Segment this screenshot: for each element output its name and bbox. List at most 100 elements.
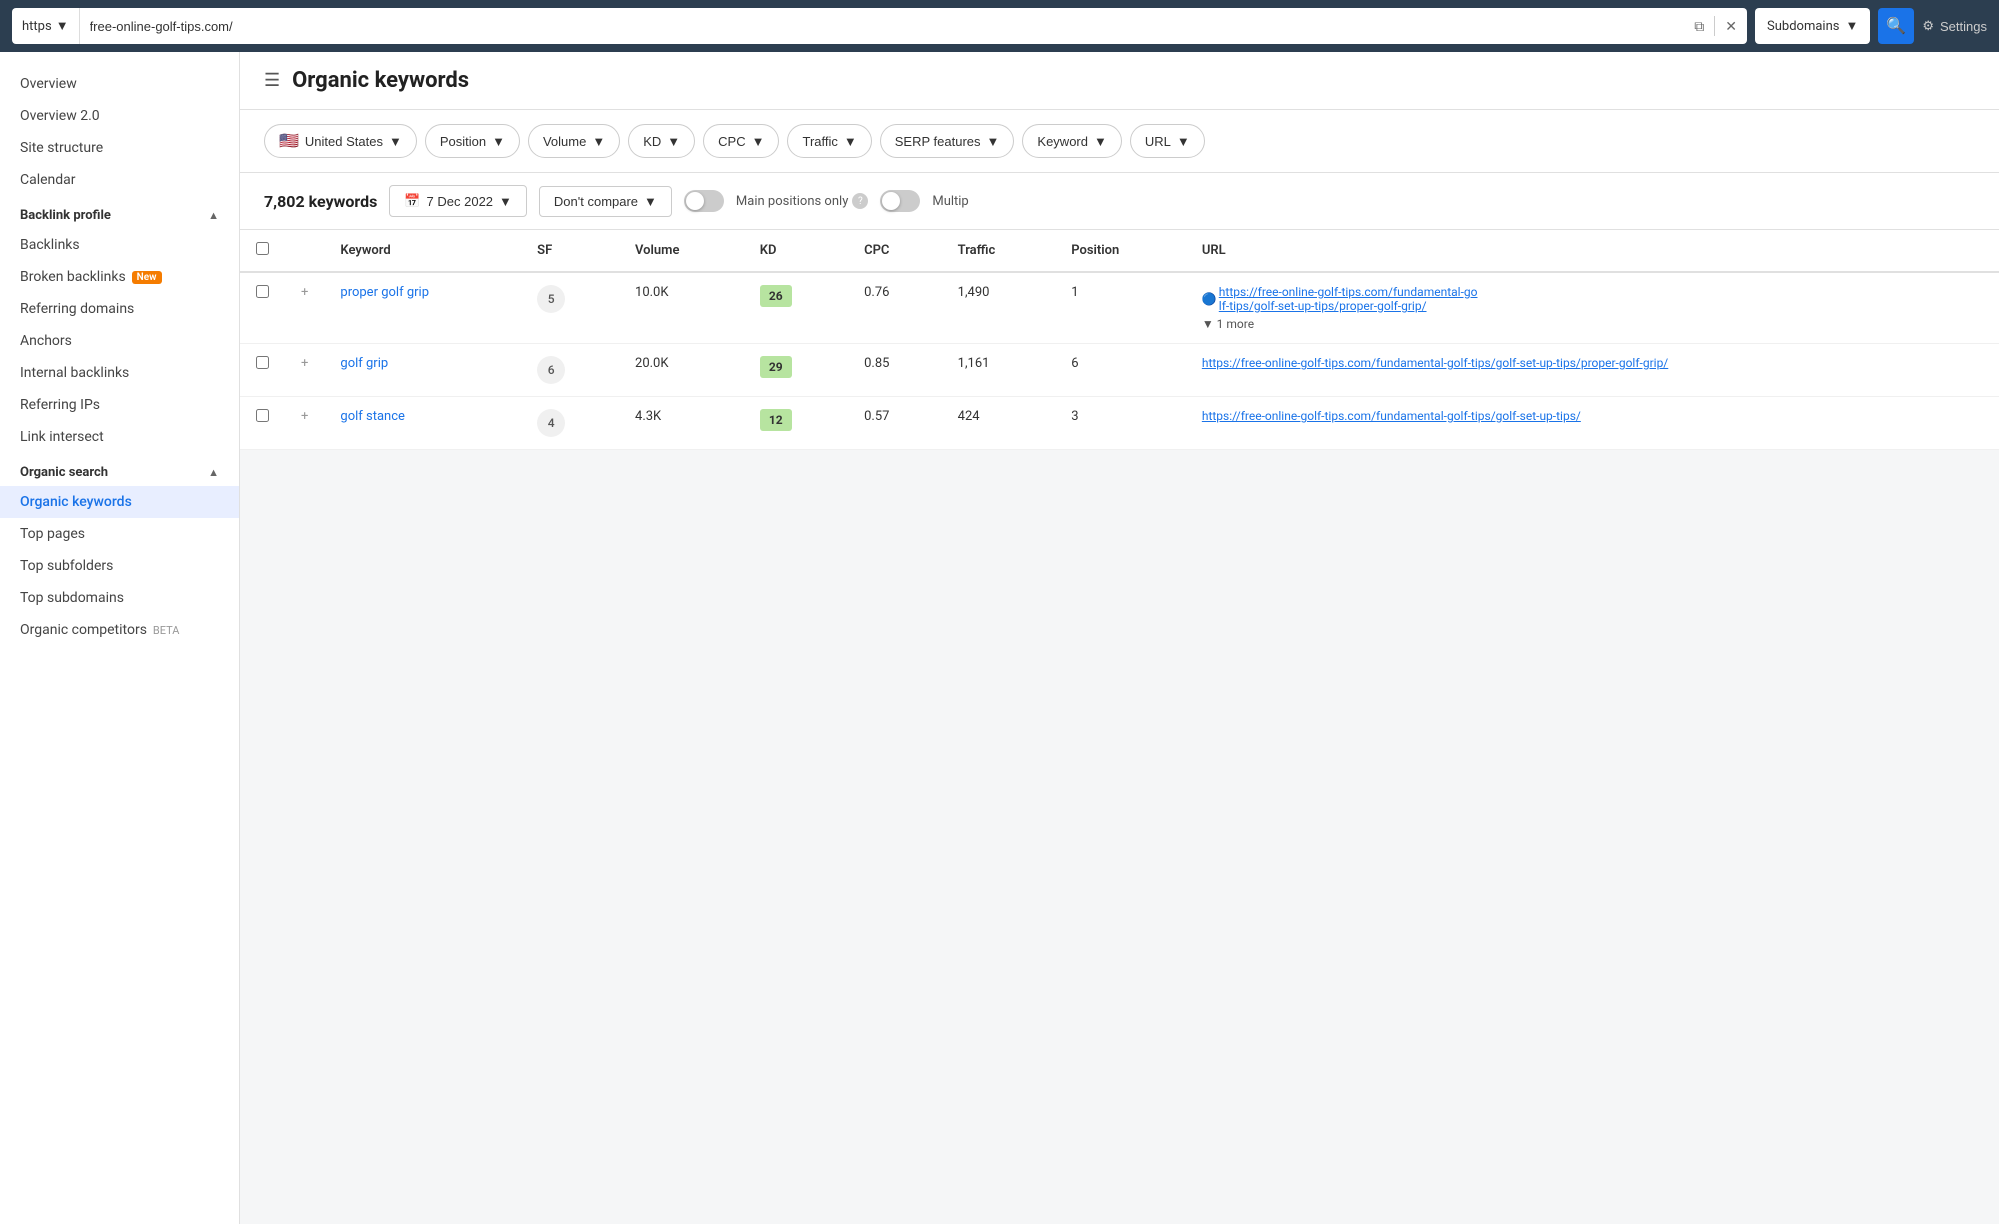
sidebar-item-internal-backlinks[interactable]: Internal backlinks xyxy=(0,357,239,389)
row-checkbox-cell xyxy=(240,344,285,397)
main-content: ☰ Organic keywords 🇺🇸 United States ▼ Po… xyxy=(240,52,1999,1224)
sidebar-item-organic-keywords[interactable]: Organic keywords xyxy=(0,486,239,518)
th-volume[interactable]: Volume xyxy=(619,230,744,272)
help-icon[interactable]: ? xyxy=(852,193,868,209)
close-url-button[interactable]: ✕ xyxy=(1723,16,1739,37)
row-plus-cell[interactable]: + xyxy=(285,272,324,344)
th-position[interactable]: Position xyxy=(1055,230,1186,272)
chevron-down-icon: ▼ xyxy=(1177,134,1190,149)
section-chevron: ▲ xyxy=(208,466,219,479)
url-link[interactable]: https://free-online-golf-tips.com/fundam… xyxy=(1202,356,1668,370)
row-checkbox[interactable] xyxy=(256,285,269,298)
row-volume-cell: 20.0K xyxy=(619,344,744,397)
section-title: Organic search xyxy=(20,465,108,480)
chevron-down-icon: ▼ xyxy=(987,134,1000,149)
row-position-cell: 3 xyxy=(1055,397,1186,450)
backlink-profile-header[interactable]: Backlink profile ▲ xyxy=(0,196,239,229)
row-url-cell: https://free-online-golf-tips.com/fundam… xyxy=(1186,397,1999,450)
keyword-link[interactable]: golf stance xyxy=(340,409,405,424)
traffic-label: Traffic xyxy=(802,134,837,149)
sidebar-item-label: Overview xyxy=(20,76,77,92)
toolbar: 7,802 keywords 📅 7 Dec 2022 ▼ Don't comp… xyxy=(240,173,1999,230)
section-chevron: ▲ xyxy=(208,209,219,222)
sidebar-item-site-structure[interactable]: Site structure xyxy=(0,132,239,164)
sidebar-item-label: Site structure xyxy=(20,140,103,156)
layout: Overview Overview 2.0 Site structure Cal… xyxy=(0,52,1999,1224)
sidebar-item-link-intersect[interactable]: Link intersect xyxy=(0,421,239,453)
organic-search-header[interactable]: Organic search ▲ xyxy=(0,453,239,486)
compare-button[interactable]: Don't compare ▼ xyxy=(539,186,672,217)
row-sf-cell: 6 xyxy=(521,344,619,397)
traffic-filter[interactable]: Traffic ▼ xyxy=(787,124,871,158)
th-traffic[interactable]: Traffic xyxy=(942,230,1056,272)
th-keyword[interactable]: Keyword xyxy=(324,230,521,272)
sidebar-item-label: Top pages xyxy=(20,526,85,542)
sf-badge: 6 xyxy=(537,356,565,384)
chevron-down-icon: ▼ xyxy=(644,194,657,209)
sidebar-item-referring-ips[interactable]: Referring IPs xyxy=(0,389,239,421)
top-bar: https ▼ ⧉ ✕ Subdomains ▼ 🔍 ⚙ Settings xyxy=(0,0,1999,52)
sidebar-item-label: Organic competitors xyxy=(20,622,147,638)
url-filter[interactable]: URL ▼ xyxy=(1130,124,1205,158)
position-filter[interactable]: Position ▼ xyxy=(425,124,520,158)
url-link[interactable]: https://free-online-golf-tips.com/fundam… xyxy=(1219,285,1479,313)
main-positions-toggle[interactable] xyxy=(684,190,724,212)
kd-filter[interactable]: KD ▼ xyxy=(628,124,695,158)
row-checkbox[interactable] xyxy=(256,356,269,369)
protocol-label: https xyxy=(22,19,52,34)
url-input[interactable] xyxy=(80,19,1685,34)
sidebar-item-label: Calendar xyxy=(20,172,76,188)
keyword-link[interactable]: proper golf grip xyxy=(340,285,429,300)
row-traffic-cell: 424 xyxy=(942,397,1056,450)
th-sf[interactable]: SF xyxy=(521,230,619,272)
keyword-label: Keyword xyxy=(1037,134,1088,149)
url-bar: https ▼ ⧉ ✕ xyxy=(12,8,1747,44)
settings-button[interactable]: ⚙ Settings xyxy=(1922,18,1987,34)
search-icon: 🔍 xyxy=(1886,16,1906,36)
new-badge: New xyxy=(132,271,162,284)
sidebar-item-top-subfolders[interactable]: Top subfolders xyxy=(0,550,239,582)
hamburger-icon[interactable]: ☰ xyxy=(264,70,280,91)
sidebar-item-top-subdomains[interactable]: Top subdomains xyxy=(0,582,239,614)
volume-filter[interactable]: Volume ▼ xyxy=(528,124,620,158)
multi-label: Multip xyxy=(932,194,968,209)
open-url-button[interactable]: ⧉ xyxy=(1692,16,1706,37)
sidebar-item-top-pages[interactable]: Top pages xyxy=(0,518,239,550)
sidebar-item-organic-competitors[interactable]: Organic competitors BETA xyxy=(0,614,239,646)
th-cpc[interactable]: CPC xyxy=(848,230,942,272)
row-keyword-cell: golf stance xyxy=(324,397,521,450)
sidebar-item-referring-domains[interactable]: Referring domains xyxy=(0,293,239,325)
gear-icon: ⚙ xyxy=(1922,18,1934,34)
sidebar-item-overview2[interactable]: Overview 2.0 xyxy=(0,100,239,132)
more-link[interactable]: ▼ 1 more xyxy=(1202,317,1983,331)
chevron-down-icon: ▼ xyxy=(667,134,680,149)
search-button[interactable]: 🔍 xyxy=(1878,8,1914,44)
kd-badge: 12 xyxy=(760,409,792,431)
row-plus-cell[interactable]: + xyxy=(285,397,324,450)
filter-bar: 🇺🇸 United States ▼ Position ▼ Volume ▼ K… xyxy=(240,110,1999,173)
country-filter[interactable]: 🇺🇸 United States ▼ xyxy=(264,124,417,158)
sidebar-item-broken-backlinks[interactable]: Broken backlinks New xyxy=(0,261,239,293)
cpc-filter[interactable]: CPC ▼ xyxy=(703,124,779,158)
sidebar-item-anchors[interactable]: Anchors xyxy=(0,325,239,357)
sidebar-item-overview[interactable]: Overview xyxy=(0,68,239,100)
url-link[interactable]: https://free-online-golf-tips.com/fundam… xyxy=(1202,409,1581,423)
multi-toggle[interactable] xyxy=(880,190,920,212)
th-url[interactable]: URL xyxy=(1186,230,1999,272)
subdomains-dropdown[interactable]: Subdomains ▼ xyxy=(1755,8,1870,44)
date-picker-button[interactable]: 📅 7 Dec 2022 ▼ xyxy=(389,185,527,217)
sidebar-item-calendar[interactable]: Calendar xyxy=(0,164,239,196)
select-all-checkbox[interactable] xyxy=(256,242,269,255)
keyword-link[interactable]: golf grip xyxy=(340,356,388,371)
serp-filter[interactable]: SERP features ▼ xyxy=(880,124,1015,158)
sidebar-item-backlinks[interactable]: Backlinks xyxy=(0,229,239,261)
row-checkbox[interactable] xyxy=(256,409,269,422)
calendar-icon: 📅 xyxy=(404,193,420,209)
th-kd[interactable]: KD xyxy=(744,230,848,272)
protocol-chevron: ▼ xyxy=(56,18,69,34)
row-traffic-cell: 1,161 xyxy=(942,344,1056,397)
row-plus-cell[interactable]: + xyxy=(285,344,324,397)
chevron-down-icon: ▼ xyxy=(1094,134,1107,149)
protocol-dropdown[interactable]: https ▼ xyxy=(12,8,80,44)
keyword-filter[interactable]: Keyword ▼ xyxy=(1022,124,1121,158)
